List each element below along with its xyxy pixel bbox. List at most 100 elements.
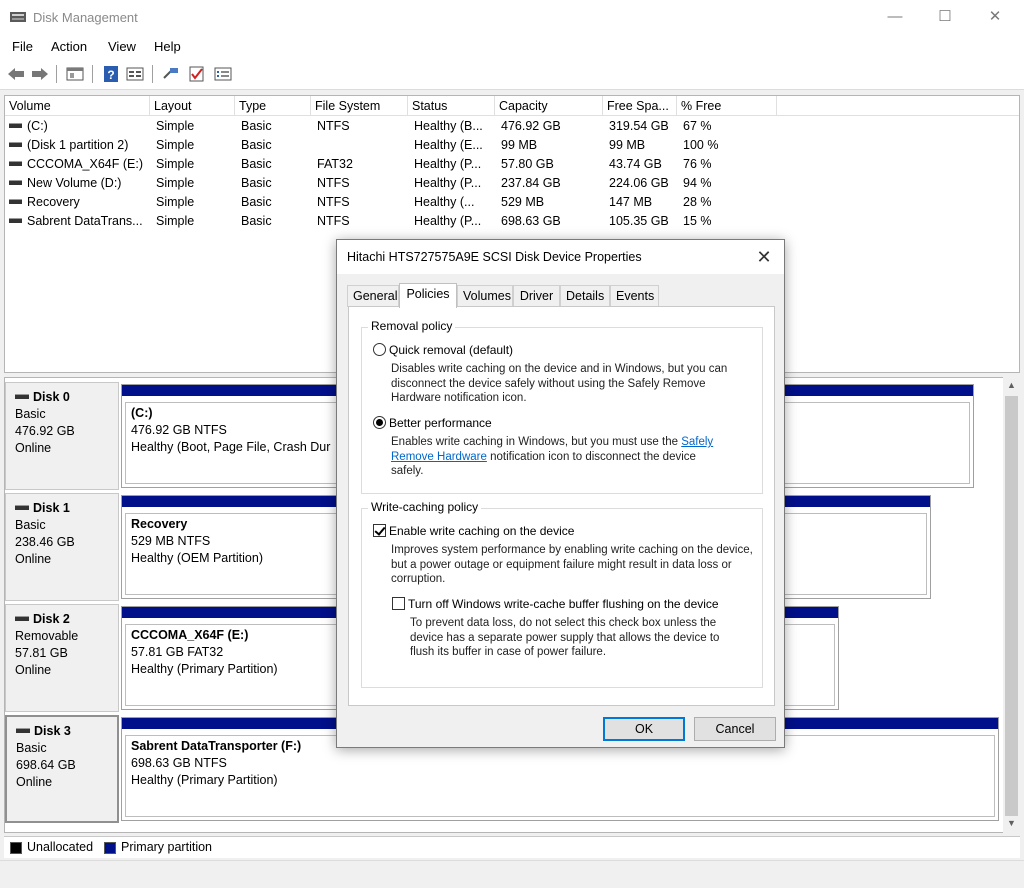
settings-icon[interactable] <box>214 66 232 82</box>
quick-removal-radio[interactable] <box>373 343 386 356</box>
tab-events[interactable]: Events <box>610 285 659 307</box>
dialog-close-button[interactable]: ✕ <box>744 240 784 274</box>
table-cell: 99 MB <box>501 136 601 155</box>
connect-icon[interactable] <box>162 66 180 82</box>
column-layout[interactable]: Layout <box>150 96 235 116</box>
scroll-thumb[interactable] <box>1005 396 1018 816</box>
enable-write-caching-checkbox[interactable] <box>373 524 386 537</box>
disk-label[interactable]: Disk 2 Removable 57.81 GB Online <box>5 604 119 712</box>
table-row[interactable]: Recovery Simple Basic NTFS Healthy (... 529 M… <box>5 193 1019 212</box>
enable-write-caching-option[interactable]: Enable write caching on the device <box>373 524 574 538</box>
table-cell: Simple <box>156 155 236 174</box>
better-performance-option[interactable]: Better performance <box>373 416 492 430</box>
table-cell: Healthy (B... <box>414 117 496 136</box>
window-title: Disk Management <box>33 10 138 25</box>
enable-write-caching-label[interactable]: Enable write caching on the device <box>389 524 574 538</box>
partition-status: Healthy (Primary Partition) <box>131 773 278 787</box>
cell-text: New Volume (D:) <box>27 176 122 190</box>
cancel-button[interactable]: Cancel <box>694 717 776 741</box>
turn-off-flushing-option[interactable]: Turn off Windows write-cache buffer flus… <box>392 597 719 611</box>
turn-off-flushing-label[interactable]: Turn off Windows write-cache buffer flus… <box>408 597 719 611</box>
turn-off-flushing-description: To prevent data loss, do not select this… <box>410 617 720 658</box>
table-cell: 57.80 GB <box>501 155 601 174</box>
tab-driver[interactable]: Driver <box>513 285 560 307</box>
ok-button[interactable]: OK <box>603 717 685 741</box>
cell-text: Recovery <box>27 195 80 209</box>
disk-state: Online <box>15 663 52 677</box>
column-volume[interactable]: Volume <box>5 96 150 116</box>
table-cell: Healthy (P... <box>414 212 496 231</box>
table-cell: 100 % <box>683 136 773 155</box>
column-capacity[interactable]: Capacity <box>495 96 603 116</box>
drive-icon <box>9 141 22 147</box>
unallocated-swatch <box>10 842 22 854</box>
disk-icon <box>16 727 30 733</box>
minimize-button[interactable]: — <box>872 0 918 34</box>
quick-removal-label[interactable]: Quick removal (default) <box>389 343 513 357</box>
table-cell: 529 MB <box>501 193 601 212</box>
table-row[interactable]: Sabrent DataTrans... Simple Basic NTFS Healt… <box>5 212 1019 231</box>
drive-icon <box>9 217 22 223</box>
menu-action[interactable]: Action <box>51 39 87 54</box>
table-row[interactable]: (C:) Simple Basic NTFS Healthy (B... 476.92 G… <box>5 117 1019 136</box>
cell-text: Healthy (P... <box>414 214 482 228</box>
column-status[interactable]: Status <box>408 96 495 116</box>
properties-icon[interactable] <box>126 66 144 82</box>
cell-text: 99 MB <box>501 138 538 152</box>
table-cell: NTFS <box>317 212 409 231</box>
column-file-system[interactable]: File System <box>311 96 408 116</box>
table-cell: Simple <box>156 212 236 231</box>
checkmark-icon[interactable] <box>188 66 206 82</box>
tab-policies[interactable]: Policies <box>399 283 457 308</box>
column-free-space[interactable]: Free Spa... <box>603 96 677 116</box>
cell-text: 15 % <box>683 214 712 228</box>
disk-label[interactable]: Disk 3 Basic 698.64 GB Online <box>5 715 119 823</box>
volume-name-cell: (C:) <box>9 117 149 136</box>
table-row[interactable]: CCCOMA_X64F (E:) Simple Basic FAT32 Healthy … <box>5 155 1019 174</box>
tab-volumes[interactable]: Volumes <box>457 285 513 307</box>
better-performance-label[interactable]: Better performance <box>389 416 492 430</box>
menu-view[interactable]: View <box>108 39 136 54</box>
cell-text: NTFS <box>317 195 350 209</box>
cell-text: Healthy (B... <box>414 119 483 133</box>
table-cell: 94 % <box>683 174 773 193</box>
quick-removal-description: Disables write caching on the device and… <box>391 363 728 404</box>
scroll-down-icon[interactable]: ▼ <box>1005 818 1018 832</box>
table-cell: 43.74 GB <box>609 155 677 174</box>
maximize-button[interactable]: ☐ <box>922 0 968 34</box>
cell-text: 224.06 GB <box>609 176 669 190</box>
disk-name: Disk 3 <box>34 724 71 738</box>
table-cell: Healthy (E... <box>414 136 496 155</box>
tab-details[interactable]: Details <box>560 285 610 307</box>
partition-detail: 698.63 GB NTFS <box>131 756 227 770</box>
disk-label[interactable]: Disk 1 Basic 238.46 GB Online <box>5 493 119 601</box>
legend-primary-partition: Primary partition <box>121 840 212 854</box>
back-icon[interactable] <box>7 66 25 82</box>
table-row[interactable]: New Volume (D:) Simple Basic NTFS Healthy (P… <box>5 174 1019 193</box>
disk-label[interactable]: Disk 0 Basic 476.92 GB Online <box>5 382 119 490</box>
column-type[interactable]: Type <box>235 96 311 116</box>
table-row[interactable]: (Disk 1 partition 2) Simple Basic Healthy (… <box>5 136 1019 155</box>
menu-file[interactable]: File <box>12 39 33 54</box>
forward-icon[interactable] <box>31 66 49 82</box>
table-cell: Healthy (... <box>414 193 496 212</box>
menu-help[interactable]: Help <box>154 39 181 54</box>
tab-general[interactable]: General <box>347 285 399 307</box>
help-icon[interactable]: ? <box>102 66 120 82</box>
volume-name-cell: CCCOMA_X64F (E:) <box>9 155 149 174</box>
quick-removal-option[interactable]: Quick removal (default) <box>373 343 513 357</box>
better-performance-radio[interactable] <box>373 416 386 429</box>
better-performance-description: Enables write caching in Windows, but yo… <box>391 435 731 479</box>
table-cell: 105.35 GB <box>609 212 677 231</box>
disk-name: Disk 2 <box>33 612 70 626</box>
list-view-icon[interactable] <box>66 66 84 82</box>
disk-size: 476.92 GB <box>15 424 75 438</box>
column-percent-free[interactable]: % Free <box>677 96 777 116</box>
turn-off-flushing-checkbox[interactable] <box>392 597 405 610</box>
toolbar-separator <box>56 65 57 83</box>
close-button[interactable]: ✕ <box>972 0 1018 34</box>
scroll-up-icon[interactable]: ▲ <box>1005 380 1018 394</box>
table-cell: 698.63 GB <box>501 212 601 231</box>
table-cell: Simple <box>156 193 236 212</box>
disk-size: 698.64 GB <box>16 758 76 772</box>
